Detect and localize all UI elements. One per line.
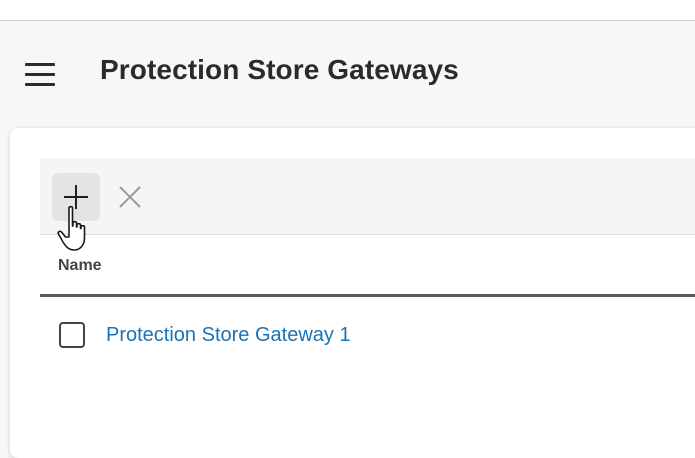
table-toolbar	[40, 158, 695, 235]
gateway-name-link[interactable]: Protection Store Gateway 1	[106, 324, 351, 347]
hamburger-line	[25, 63, 55, 66]
plus-icon	[64, 185, 88, 209]
header-divider	[40, 294, 695, 297]
top-bar	[0, 0, 695, 21]
hamburger-line	[25, 83, 55, 86]
hamburger-line	[25, 73, 55, 76]
delete-gateway-button[interactable]	[112, 173, 148, 221]
column-header-name[interactable]: Name	[58, 257, 102, 275]
add-gateway-button[interactable]	[52, 173, 100, 221]
gateways-table-card: Name Protection Store Gateway 1	[10, 128, 695, 458]
close-icon	[119, 186, 141, 208]
page-header: Protection Store Gateways	[0, 21, 695, 128]
table-row: Protection Store Gateway 1	[40, 298, 695, 374]
page-title: Protection Store Gateways	[100, 54, 459, 85]
hamburger-menu-icon[interactable]	[24, 61, 56, 87]
row-checkbox[interactable]	[59, 322, 85, 348]
